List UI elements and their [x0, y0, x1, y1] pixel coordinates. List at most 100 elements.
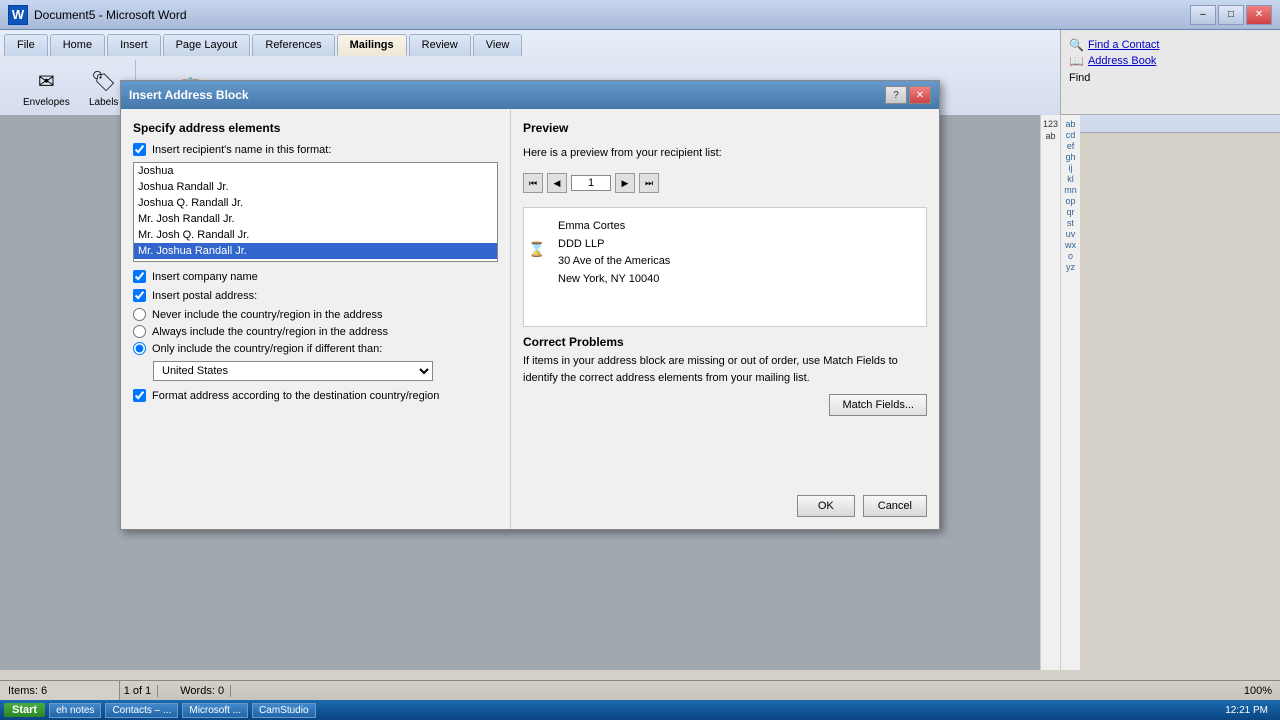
country-radio-group: Never include the country/region in the …: [133, 308, 498, 355]
status-words: Words: 0: [174, 685, 231, 697]
ok-button[interactable]: OK: [797, 495, 855, 517]
taskbar: Start eh notes Contacts – ... Microsoft …: [0, 700, 1280, 720]
format-checkbox[interactable]: [133, 389, 146, 402]
cancel-button[interactable]: Cancel: [863, 495, 927, 517]
insert-name-label: Insert recipient's name in this format:: [152, 144, 331, 156]
correct-problems-section: Correct Problems If items in your addres…: [523, 335, 927, 386]
dialog-controls: ? ✕: [885, 86, 931, 104]
radio-only-input[interactable]: [133, 342, 146, 355]
preview-subtitle: Here is a preview from your recipient li…: [523, 147, 927, 159]
preview-title: Preview: [523, 121, 927, 135]
insert-company-label: Insert company name: [152, 271, 258, 283]
insert-postal-label: Insert postal address:: [152, 290, 257, 302]
find-row: Find: [1069, 72, 1272, 84]
dialog-title-text: Insert Address Block: [129, 88, 249, 102]
tab-file[interactable]: File: [4, 34, 48, 56]
taskbar-item-ehnotes[interactable]: eh notes: [49, 703, 101, 718]
envelope-icon: ✉: [30, 65, 62, 97]
radio-only-label: Only include the country/region if diffe…: [152, 343, 382, 355]
title-bar-title: Document5 - Microsoft Word: [34, 8, 187, 22]
preview-line2: DDD LLP: [558, 236, 916, 254]
preview-line4: New York, NY 10040: [558, 271, 916, 289]
tab-insert[interactable]: Insert: [107, 34, 161, 56]
radio-always-input[interactable]: [133, 325, 146, 338]
tab-review[interactable]: Review: [409, 34, 471, 56]
name-format-mr-joshua-randall-jr[interactable]: Mr. Joshua Randall Jr.: [134, 243, 497, 259]
preview-prev-btn[interactable]: ◀: [547, 173, 567, 193]
start-button[interactable]: Start: [4, 703, 45, 717]
tab-view[interactable]: View: [473, 34, 523, 56]
preview-first-btn[interactable]: ⏮: [523, 173, 543, 193]
address-book-row: 📖 Address Book: [1069, 54, 1272, 68]
find-contact-row: 🔍 Find a Contact: [1069, 38, 1272, 52]
minimize-button[interactable]: –: [1190, 5, 1216, 25]
title-bar-left: W Document5 - Microsoft Word: [8, 5, 187, 25]
tab-references[interactable]: References: [252, 34, 334, 56]
match-fields-row: Match Fields...: [523, 394, 927, 416]
number-sidebar: 123 ab: [1040, 115, 1060, 670]
name-format-list[interactable]: Joshua Joshua Randall Jr. Joshua Q. Rand…: [133, 162, 498, 262]
preview-line3: 30 Ave of the Americas: [558, 253, 916, 271]
radio-never-label: Never include the country/region in the …: [152, 309, 383, 321]
word-icon: W: [8, 5, 28, 25]
status-bar: Section: 1 Page: 1 of 1 Words: 0 100%: [0, 680, 1280, 700]
insert-company-checkbox-row: Insert company name: [133, 270, 498, 283]
insert-company-checkbox[interactable]: [133, 270, 146, 283]
tab-mailings[interactable]: Mailings: [337, 34, 407, 56]
dialog-close-button[interactable]: ✕: [909, 86, 931, 104]
close-button[interactable]: ✕: [1246, 5, 1272, 25]
format-label: Format address according to the destinat…: [152, 390, 439, 402]
name-format-mr-josh-q-randall-jr[interactable]: Mr. Josh Q. Randall Jr.: [134, 227, 497, 243]
envelopes-button[interactable]: ✉ Envelopes: [16, 62, 77, 111]
find-label: Find: [1069, 72, 1090, 84]
tab-home[interactable]: Home: [50, 34, 105, 56]
name-format-joshua-randall-jr[interactable]: Joshua Randall Jr.: [134, 179, 497, 195]
alphabet-sidebar: ab cd ef gh ij kl mn op qr st uv wx o yz: [1060, 115, 1080, 670]
items-bar: Items: 6: [0, 680, 120, 700]
radio-never: Never include the country/region in the …: [133, 308, 498, 321]
insert-name-checkbox[interactable]: [133, 143, 146, 156]
address-book-label: Address Book: [1088, 55, 1156, 67]
insert-postal-checkbox[interactable]: [133, 289, 146, 302]
dialog-footer: OK Cancel: [797, 495, 927, 517]
preview-box: ⌛ Emma Cortes DDD LLP 30 Ave of the Amer…: [523, 207, 927, 327]
name-format-mr-josh-randall-jr[interactable]: Mr. Josh Randall Jr.: [134, 211, 497, 227]
taskbar-item-camstudio[interactable]: CamStudio: [252, 703, 315, 718]
maximize-button[interactable]: □: [1218, 5, 1244, 25]
dialog-left-section: Specify address elements Insert recipien…: [121, 109, 511, 529]
preview-next-btn[interactable]: ▶: [615, 173, 635, 193]
radio-only: Only include the country/region if diffe…: [133, 342, 498, 355]
radio-always-label: Always include the country/region in the…: [152, 326, 388, 338]
tab-page-layout[interactable]: Page Layout: [163, 34, 251, 56]
status-zoom: 100%: [1244, 685, 1272, 697]
taskbar-item-contacts[interactable]: Contacts – ...: [105, 703, 178, 718]
country-dropdown[interactable]: United States: [153, 361, 433, 381]
find-contact-label: Find a Contact: [1088, 39, 1160, 51]
dialog-body: Specify address elements Insert recipien…: [121, 109, 939, 529]
insert-postal-checkbox-row: Insert postal address:: [133, 289, 498, 302]
hourglass-icon: ⌛: [528, 238, 545, 260]
label-icon: 🏷: [88, 65, 120, 97]
name-format-joshua[interactable]: Joshua: [134, 163, 497, 179]
taskbar-item-word[interactable]: Microsoft ...: [182, 703, 248, 718]
format-checkbox-row: Format address according to the destinat…: [133, 389, 498, 402]
match-fields-button[interactable]: Match Fields...: [829, 394, 927, 416]
dialog-title-bar: Insert Address Block ? ✕: [121, 81, 939, 109]
items-count: Items: 6: [8, 685, 47, 697]
taskbar-clock: 12:21 PM: [1225, 705, 1276, 716]
right-panel: 🔍 Find a Contact 📖 Address Book Find: [1060, 30, 1280, 115]
preview-last-btn[interactable]: ⏭: [639, 173, 659, 193]
preview-page-input[interactable]: [571, 175, 611, 191]
correct-problems-text: If items in your address block are missi…: [523, 353, 927, 386]
country-dropdown-row: United States: [153, 361, 498, 381]
title-bar: W Document5 - Microsoft Word – □ ✕: [0, 0, 1280, 30]
insert-name-checkbox-row: Insert recipient's name in this format:: [133, 143, 498, 156]
specify-section-title: Specify address elements: [133, 121, 498, 135]
dialog-right-section: Preview Here is a preview from your reci…: [511, 109, 939, 529]
radio-never-input[interactable]: [133, 308, 146, 321]
correct-problems-title: Correct Problems: [523, 335, 927, 349]
preview-line1: Emma Cortes: [558, 218, 916, 236]
name-format-joshua-q-randall-jr[interactable]: Joshua Q. Randall Jr.: [134, 195, 497, 211]
preview-address: Emma Cortes DDD LLP 30 Ave of the Americ…: [558, 218, 916, 288]
dialog-help-button[interactable]: ?: [885, 86, 907, 104]
